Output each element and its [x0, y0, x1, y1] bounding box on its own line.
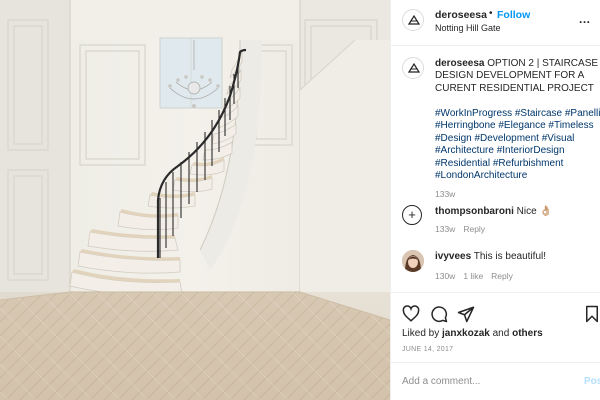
caption-line: CURENT RESIDENTIAL PROJECT [435, 82, 594, 94]
comment-body: This is beautiful! [473, 251, 547, 262]
separator-dot: • [489, 8, 493, 19]
heart-icon[interactable] [402, 305, 420, 323]
liked-by-prefix: Liked by [402, 328, 440, 339]
comment-timestamp: 133w [435, 224, 456, 234]
comment-username[interactable]: thompsonbaroni [435, 206, 514, 217]
username-link[interactable]: deroseesa [435, 9, 487, 21]
reply-button[interactable]: Reply [463, 224, 485, 234]
action-bar [391, 292, 600, 328]
reply-button[interactable]: Reply [491, 271, 513, 281]
avatar-photo [402, 250, 424, 272]
post-side-panel: deroseesa • Follow Notting Hill Gate ...… [390, 0, 600, 400]
staircase-rendering [0, 0, 390, 400]
ellipsis-icon[interactable]: ... [579, 12, 591, 26]
hashtag-line[interactable]: #LondonArchitecture [435, 170, 600, 182]
hashtag-line[interactable]: #WorkInProgress #Staircase #Panelling [435, 108, 600, 120]
location-link[interactable]: Notting Hill Gate [435, 23, 501, 33]
comment-meta: 133w Reply [435, 224, 493, 234]
add-comment-bar: Add a comment... Post [391, 362, 600, 400]
comment-username[interactable]: ivyvees [435, 251, 471, 262]
caption-username[interactable]: deroseesa [435, 58, 484, 69]
caption-avatar[interactable] [402, 57, 424, 79]
caption-timestamp: 133w [435, 189, 456, 199]
comment-bubble-icon[interactable] [430, 305, 448, 323]
caption-line: DESIGN DEVELOPMENT FOR A [435, 70, 585, 82]
post-image[interactable] [0, 0, 390, 400]
comment-text: ivyvees This is beautiful! [435, 251, 546, 262]
hashtag-line[interactable]: #Design #Development #Visual [435, 133, 600, 145]
comment-text: thompsonbaroni Nice 👌🏼 [435, 206, 552, 217]
caption-line: OPTION 2 | STAIRCASE [487, 58, 599, 69]
liked-by-user[interactable]: janxkozak [442, 328, 490, 339]
post-date: JUNE 14, 2017 [402, 346, 454, 353]
liked-by-others[interactable]: others [512, 328, 543, 339]
comment-input[interactable]: Add a comment... [402, 376, 480, 387]
comment-meta: 130w 1 like Reply [435, 271, 521, 281]
commenter-avatar[interactable] [402, 250, 424, 272]
bookmark-icon[interactable] [583, 305, 600, 323]
follow-button[interactable]: Follow [497, 9, 530, 21]
post-header: deroseesa • Follow Notting Hill Gate ... [391, 0, 600, 46]
hashtag-line[interactable]: #Architecture #InteriorDesign [435, 145, 600, 157]
hashtag-line[interactable]: #Residential #Refurbishment [435, 158, 600, 170]
hashtag-list: #WorkInProgress #Staircase #Panelling #H… [435, 108, 600, 182]
post-caption: deroseesa OPTION 2 | STAIRCASE DESIGN DE… [435, 58, 600, 95]
logo-icon [404, 59, 423, 78]
plus-circle-icon[interactable]: + [402, 205, 422, 225]
liked-by-text: Liked by janxkozak and others [402, 328, 543, 339]
post-button[interactable]: Post [584, 376, 600, 387]
liked-by-and: and [492, 328, 510, 339]
comment-timestamp: 130w [435, 271, 456, 281]
paper-plane-icon[interactable] [457, 305, 475, 323]
profile-avatar[interactable] [402, 9, 424, 31]
comment-body: Nice 👌🏼 [516, 206, 552, 217]
logo-icon [404, 11, 423, 30]
hashtag-line[interactable]: #Herringbone #Elegance #Timeless [435, 120, 600, 132]
comment-likes-link[interactable]: 1 like [463, 271, 483, 281]
